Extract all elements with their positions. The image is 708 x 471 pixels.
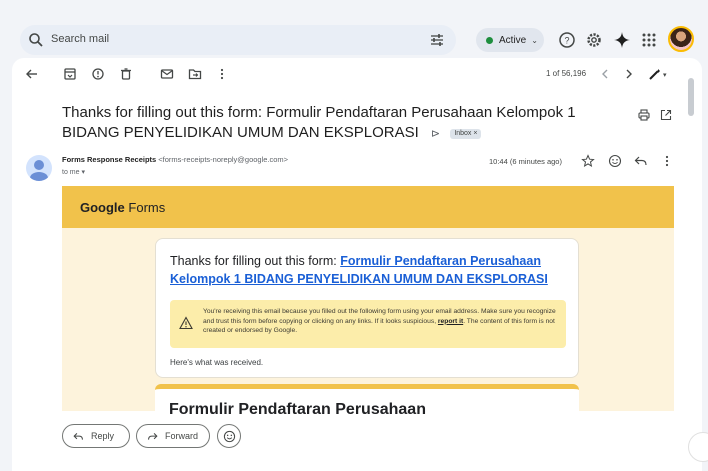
emoji-icon [223, 430, 235, 442]
back-icon[interactable] [25, 67, 39, 81]
svg-text:▾: ▾ [663, 72, 667, 79]
move-icon[interactable] [188, 67, 202, 81]
google-forms-logo: Google Forms [80, 200, 165, 215]
forms-body: Thanks for filling out this form: Formul… [62, 228, 674, 414]
gemini-icon[interactable] [613, 31, 631, 49]
forms-header: Google Forms [62, 186, 674, 228]
reply-button[interactable]: Reply [62, 424, 130, 448]
more-vert-icon[interactable] [660, 154, 674, 168]
report-link[interactable]: report it [438, 318, 463, 325]
emoji-reaction-button[interactable] [217, 424, 241, 448]
top-bar: Search mail Active ⌄ ? [0, 18, 708, 60]
email-time: 10:44 (6 minutes ago) [489, 157, 562, 166]
svg-text:?: ? [564, 36, 569, 46]
search-bar[interactable]: Search mail [20, 25, 456, 55]
popout-icon[interactable] [660, 109, 672, 121]
sender-name[interactable]: Forms Response Receipts [62, 155, 156, 164]
gmail-window: Search mail Active ⌄ ? 1 of 56,196 ▾ Tha… [0, 0, 708, 471]
sender-avatar[interactable] [26, 155, 52, 181]
subject-text: Thanks for filling out this form: Formul… [62, 104, 576, 141]
form-response-card: Formulir Pendaftaran Perusahaan [155, 384, 579, 414]
card-title: Thanks for filling out this form: Formul… [170, 252, 570, 288]
mark-unread-icon[interactable] [160, 67, 174, 81]
settings-icon[interactable] [585, 31, 603, 49]
status-dropdown[interactable]: Active ⌄ [476, 28, 544, 52]
brand-google: Google [80, 200, 125, 215]
warning-icon [179, 316, 193, 330]
status-label: Active [499, 34, 527, 46]
forward-button[interactable]: Forward [136, 424, 210, 448]
form-title: Formulir Pendaftaran Perusahaan [169, 401, 426, 414]
forward-label: Forward [165, 431, 199, 441]
status-dot [486, 36, 493, 44]
report-icon[interactable] [91, 67, 105, 81]
scrollbar[interactable] [688, 78, 694, 116]
emoji-icon[interactable] [608, 154, 622, 168]
reply-icon[interactable] [634, 154, 648, 168]
warning-text: You're receiving this email because you … [203, 307, 561, 336]
account-avatar[interactable] [668, 26, 694, 52]
delete-icon[interactable] [119, 67, 133, 81]
pen-icon[interactable]: ▾ [648, 67, 670, 81]
inbox-label-chip[interactable]: Inbox × [450, 129, 482, 139]
email-subject: Thanks for filling out this form: Formul… [62, 103, 622, 144]
forward-icon [148, 432, 158, 440]
receipt-card: Thanks for filling out this form: Formul… [155, 238, 579, 378]
apps-icon[interactable] [640, 31, 658, 49]
pager-count: 1 of 56,196 [546, 69, 587, 78]
search-icon[interactable] [28, 32, 44, 48]
card-intro: Thanks for filling out this form: [170, 254, 341, 268]
archive-icon[interactable] [63, 67, 77, 81]
sender-email: <forms-receipts-noreply@google.com> [158, 155, 289, 164]
filter-icon[interactable] [429, 32, 445, 48]
search-input[interactable]: Search mail [51, 33, 109, 45]
recipient-dropdown[interactable]: to me ▾ [62, 168, 85, 176]
star-icon[interactable] [581, 154, 595, 168]
help-icon[interactable]: ? [558, 31, 576, 49]
reply-icon [73, 432, 83, 440]
next-icon[interactable] [622, 67, 636, 81]
importance-icon[interactable]: ⊳ [431, 124, 440, 144]
message-toolbar: 1 of 56,196 ▾ [12, 58, 702, 92]
more-icon[interactable] [215, 67, 229, 81]
brand-forms: Forms [124, 200, 166, 215]
chevron-down-icon: ⌄ [531, 35, 538, 45]
warning-box: You're receiving this email because you … [170, 300, 566, 348]
prev-icon[interactable] [598, 67, 612, 81]
received-text: Here's what was received. [170, 358, 264, 367]
reply-label: Reply [91, 431, 115, 441]
sender-line: Forms Response Receipts <forms-receipts-… [62, 155, 288, 164]
message-panel: 1 of 56,196 ▾ Thanks for filling out thi… [12, 58, 702, 471]
print-icon[interactable] [638, 109, 650, 121]
